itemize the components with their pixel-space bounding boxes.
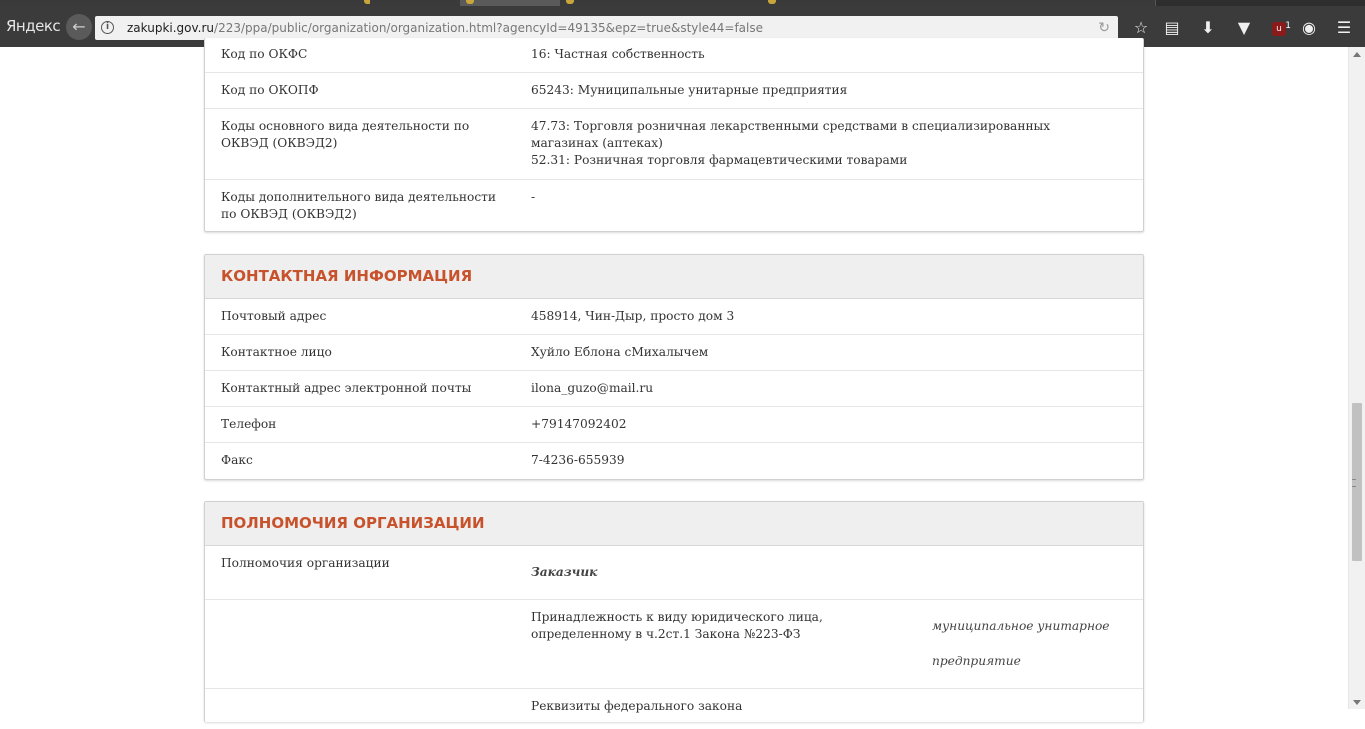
codes-panel: Код по ОКФС 16: Частная собственность Ко… — [204, 38, 1144, 232]
fax-value: 7-4236-655939 — [531, 453, 625, 467]
affiliation-value-line: предприятие — [932, 654, 1021, 668]
row-label: Коды основного вида деятельности по ОКВЭ… — [221, 119, 470, 150]
section-title: ПОЛНОМОЧИЯ ОРГАНИЗАЦИИ — [205, 502, 1143, 546]
row-value: 47.73: Торговля розничная лекарственными… — [531, 118, 1121, 169]
next-label: Реквизиты федерального закона — [531, 699, 743, 713]
row-label: Факс — [221, 453, 253, 467]
reading-list-icon[interactable]: ▤ — [1162, 18, 1182, 38]
row-label: Контактный адрес электронной почты — [221, 381, 472, 395]
powers-panel: ПОЛНОМОЧИЯ ОРГАНИЗАЦИИ Полномочия органи… — [204, 501, 1144, 722]
okved-code: 52.31: Розничная торговля фармацевтическ… — [531, 153, 908, 167]
table-row: Контактное лицо Хуйло Еблона сМихалычем — [205, 335, 1143, 371]
table-row: Коды основного вида деятельности по ОКВЭ… — [205, 109, 1143, 180]
back-button[interactable]: ← — [66, 14, 92, 40]
table-row: Код по ОКОПФ 65243: Муниципальные унитар… — [205, 73, 1143, 109]
row-label: Коды дополнительного вида деятельности п… — [221, 190, 497, 221]
email-value: ilona_guzo@mail.ru — [531, 381, 654, 395]
row-label: Код по ОКОПФ — [221, 83, 319, 97]
download-icon[interactable]: ⬇ — [1198, 18, 1218, 38]
table-row: Код по ОКФС 16: Частная собственность — [205, 38, 1143, 73]
affiliation-value: муниципальное унитарное предприятие — [932, 618, 1132, 670]
pocket-icon[interactable]: ▼ — [1234, 18, 1254, 38]
row-value: 16: Частная собственность — [531, 47, 705, 61]
browser-brand[interactable]: Яндекс — [6, 17, 61, 35]
info-icon[interactable]: i — [101, 21, 114, 34]
table-row: Факс 7-4236-655939 — [205, 443, 1143, 478]
star-icon[interactable]: ☆ — [1131, 18, 1151, 38]
row-label: Код по ОКФС — [221, 47, 308, 61]
address-bar[interactable]: i zakupki.gov.ru/223/ppa/public/organiza… — [95, 16, 1118, 40]
row-label: Полномочия организации — [221, 556, 390, 570]
scrollbar-grip-icon — [1352, 479, 1356, 487]
row-label: Почтовый адрес — [221, 309, 327, 323]
okved-code: 47.73: Торговля розничная лекарственными… — [531, 119, 1051, 150]
role-value: Заказчик — [531, 565, 598, 579]
contact-panel: КОНТАКТНАЯ ИНФОРМАЦИЯ Почтовый адрес 458… — [204, 254, 1144, 480]
scroll-down-arrow-icon[interactable] — [1353, 700, 1361, 705]
table-row: Почтовый адрес 458914, Чин-Дыр, просто д… — [205, 299, 1143, 335]
table-row: Принадлежность к виду юридического лица,… — [205, 600, 1143, 689]
row-value: 65243: Муниципальные унитарные предприят… — [531, 83, 848, 97]
ublock-icon[interactable]: u1 — [1272, 21, 1291, 36]
arrow-left-icon: ← — [72, 17, 86, 36]
page-scrollbar[interactable] — [1348, 47, 1365, 709]
url-host: zakupki.gov.ru — [127, 21, 215, 35]
reload-icon[interactable]: ↻ — [1098, 16, 1110, 40]
phone-value: +79147092402 — [531, 417, 627, 431]
scroll-up-arrow-icon[interactable] — [1353, 52, 1361, 57]
row-value: 458914, Чин-Дыр, просто дом 3 — [531, 309, 735, 323]
row-label: Телефон — [221, 417, 277, 431]
row-label: Контактное лицо — [221, 345, 332, 359]
menu-icon[interactable]: ☰ — [1334, 18, 1354, 38]
table-row: Коды дополнительного вида деятельности п… — [205, 180, 1143, 232]
section-title: КОНТАКТНАЯ ИНФОРМАЦИЯ — [205, 255, 1143, 299]
table-row: Телефон +79147092402 — [205, 407, 1143, 443]
table-row: Реквизиты федерального закона — [205, 689, 1143, 729]
extension-icon[interactable]: ◉ — [1299, 18, 1319, 38]
affiliation-value-line: муниципальное унитарное — [932, 619, 1110, 633]
table-row: Полномочия организации Заказчик — [205, 546, 1143, 600]
url-text[interactable]: zakupki.gov.ru/223/ppa/public/organizati… — [127, 16, 763, 40]
affiliation-label: Принадлежность к виду юридического лица,… — [531, 610, 823, 641]
row-value: Хуйло Еблона сМихалычем — [531, 345, 709, 359]
url-path: /223/ppa/public/organization/organizatio… — [214, 21, 763, 35]
ublock-badge: 1 — [1285, 21, 1291, 31]
row-value: - — [531, 190, 536, 204]
table-row: Контактный адрес электронной почты ilona… — [205, 371, 1143, 407]
